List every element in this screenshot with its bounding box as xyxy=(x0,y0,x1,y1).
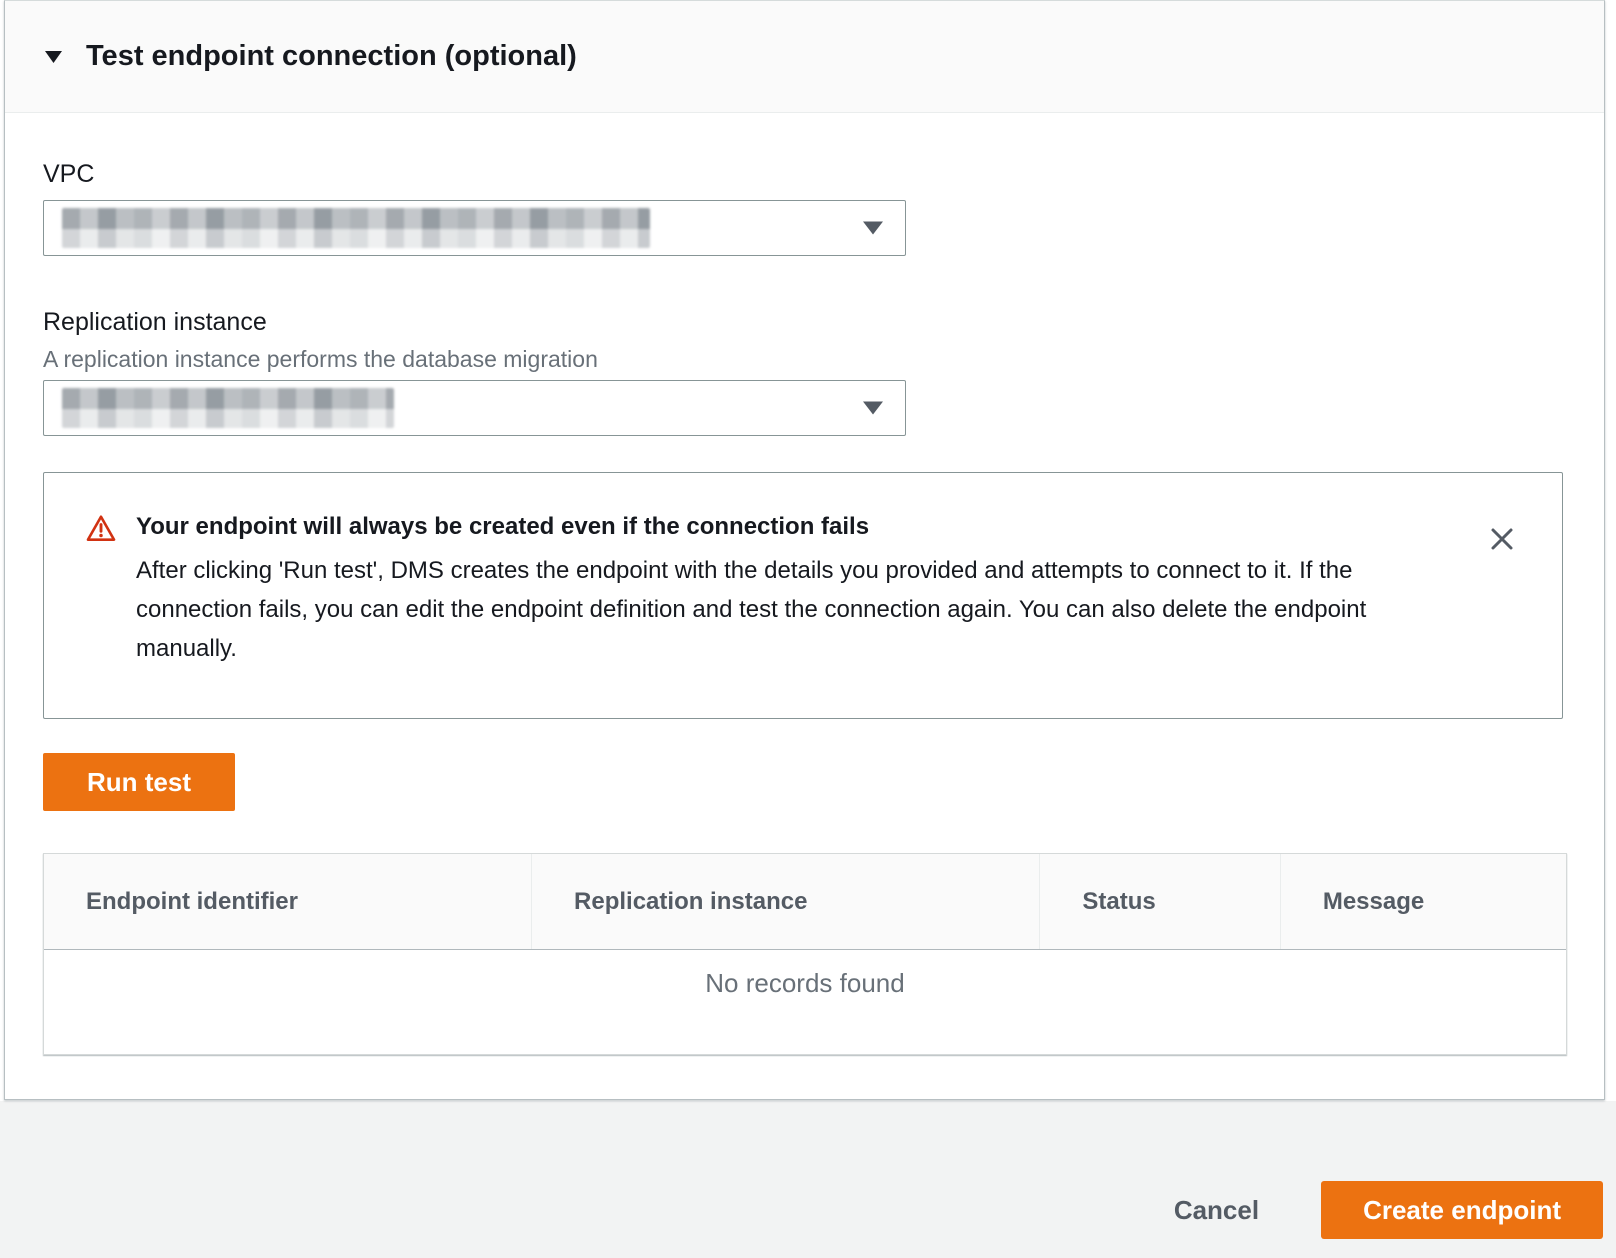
cancel-button[interactable]: Cancel xyxy=(1174,1195,1259,1226)
caret-down-icon xyxy=(863,222,883,235)
caret-down-icon xyxy=(863,402,883,415)
footer-actions: Cancel Create endpoint xyxy=(1174,1181,1603,1239)
replication-selected-value-redacted xyxy=(62,388,394,428)
warning-alert: Your endpoint will always be created eve… xyxy=(43,472,1563,719)
test-endpoint-connection-panel: Test endpoint connection (optional) VPC … xyxy=(4,0,1605,1100)
alert-body: After clicking 'Run test', DMS creates t… xyxy=(136,551,1436,668)
replication-instance-select[interactable] xyxy=(43,380,906,436)
column-header-status: Status xyxy=(1039,854,1279,949)
warning-triangle-icon xyxy=(86,514,116,542)
create-endpoint-button[interactable]: Create endpoint xyxy=(1321,1181,1603,1239)
replication-instance-label: Replication instance xyxy=(43,308,1604,336)
alert-dismiss-button[interactable] xyxy=(1488,525,1516,553)
empty-state-message: No records found xyxy=(705,968,904,999)
vpc-select[interactable] xyxy=(43,200,906,256)
section-header-toggle[interactable]: Test endpoint connection (optional) xyxy=(5,1,1604,113)
vpc-selected-value-redacted xyxy=(62,208,650,248)
column-header-message: Message xyxy=(1280,854,1566,949)
run-test-button[interactable]: Run test xyxy=(43,753,235,811)
replication-instance-description: A replication instance performs the data… xyxy=(43,346,1604,372)
column-header-endpoint-identifier: Endpoint identifier xyxy=(44,854,531,949)
section-title: Test endpoint connection (optional) xyxy=(86,40,577,73)
vpc-label: VPC xyxy=(43,160,1604,188)
connection-results-table: Endpoint identifier Replication instance… xyxy=(43,853,1567,1055)
triangle-down-icon xyxy=(45,51,62,63)
close-icon xyxy=(1488,525,1516,553)
column-header-replication-instance: Replication instance xyxy=(531,854,1039,949)
alert-title: Your endpoint will always be created eve… xyxy=(136,511,1436,543)
table-header-row: Endpoint identifier Replication instance… xyxy=(44,854,1566,950)
